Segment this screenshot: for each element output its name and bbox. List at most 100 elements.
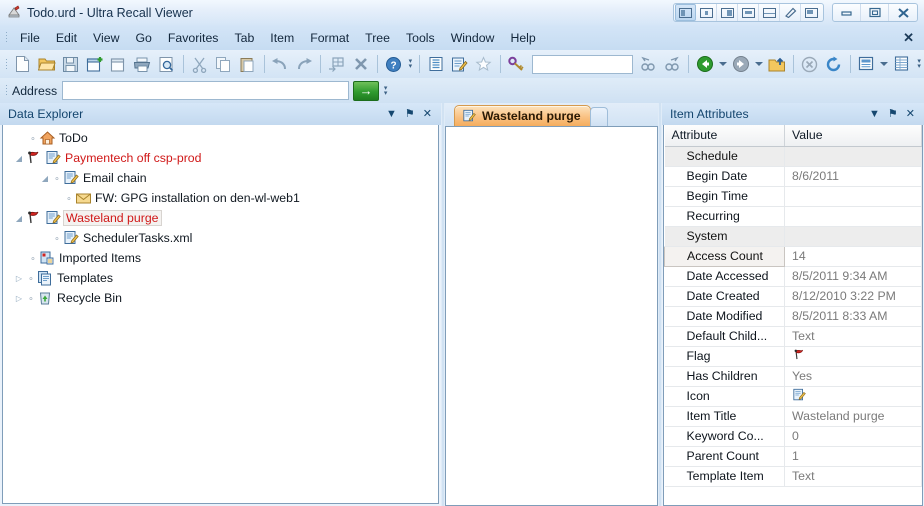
open-button[interactable] [35, 53, 59, 76]
maximize-button[interactable] [861, 4, 889, 21]
table-row[interactable]: Access Count 14 [664, 245, 922, 267]
table-row[interactable]: Default Child... Text [664, 326, 922, 347]
table-row[interactable]: Parent Count 1 [664, 446, 922, 467]
table-row[interactable]: Item Title Wasteland purge [664, 406, 922, 427]
table-row[interactable]: Keyword Co... 0 [664, 426, 922, 447]
layout-split-horizontal-button[interactable] [759, 4, 780, 21]
refresh-button[interactable] [822, 53, 846, 76]
forward-button[interactable] [729, 53, 753, 76]
properties-button[interactable] [890, 53, 914, 76]
table-row[interactable]: Date Created 8/12/2010 3:22 PM [664, 286, 922, 307]
attribute-value[interactable]: 1 [784, 446, 922, 467]
attribute-value[interactable]: 14 [784, 246, 922, 267]
new-document-button[interactable] [11, 53, 35, 76]
attribute-value-flag[interactable] [784, 346, 922, 367]
layout-right-pane-button[interactable] [717, 4, 738, 21]
layout-tabbed-button[interactable] [801, 4, 822, 21]
panel-close-button[interactable]: ✕ [423, 108, 432, 120]
stop-button[interactable] [798, 53, 822, 76]
find-next-button[interactable] [660, 53, 684, 76]
tree-expander-expand-icon[interactable]: ▷ [13, 274, 25, 283]
view-mode-dropdown-button[interactable] [880, 62, 889, 66]
tree-expander-collapse-icon[interactable]: ◢ [13, 214, 25, 223]
address-overflow-button[interactable]: ▾ ▾ [381, 85, 390, 97]
table-row[interactable]: Schedule [664, 146, 922, 167]
save-button[interactable] [59, 53, 83, 76]
menu-item-view[interactable]: View [85, 28, 127, 48]
forward-dropdown-button[interactable] [754, 62, 763, 66]
layout-center-pane-button[interactable] [696, 4, 717, 21]
undo-button[interactable] [268, 53, 292, 76]
panel-close-button[interactable]: ✕ [906, 108, 915, 120]
menu-item-file[interactable]: File [12, 28, 48, 48]
table-row[interactable]: Template Item Text [664, 466, 922, 487]
tree-expander-expand-icon[interactable]: ▷ [13, 294, 25, 303]
table-row[interactable]: Begin Time [664, 186, 922, 207]
toolbar-overflow-button[interactable]: ▾ ▾ [407, 58, 413, 70]
redo-button[interactable] [292, 53, 316, 76]
document-content-area[interactable] [445, 126, 658, 506]
table-row[interactable]: Begin Date 8/6/2011 [664, 166, 922, 187]
back-button[interactable] [693, 53, 717, 76]
cut-button[interactable] [188, 53, 212, 76]
attribute-value[interactable]: 8/5/2011 9:34 AM [784, 266, 922, 287]
new-item-button[interactable] [83, 53, 107, 76]
toolbar-overflow-button-2[interactable]: ▾ ▾ [916, 58, 922, 70]
copy-button[interactable] [212, 53, 236, 76]
attribute-value[interactable]: Yes [784, 366, 922, 387]
tree-item-imported-items[interactable]: ∘ Imported Items [3, 248, 438, 268]
menu-item-format[interactable]: Format [302, 28, 357, 48]
attribute-value[interactable]: Wasteland purge [784, 406, 922, 427]
address-grip[interactable] [5, 84, 8, 97]
address-input[interactable] [62, 81, 350, 100]
tree-item-fw-gpg-installation[interactable]: ∘ FW: GPG installation on den-wl-web1 [3, 188, 438, 208]
attribute-value[interactable]: 8/5/2011 8:33 AM [784, 306, 922, 327]
menu-item-favorites[interactable]: Favorites [160, 28, 227, 48]
find-previous-button[interactable] [636, 53, 660, 76]
menu-grip[interactable] [5, 31, 8, 44]
table-row[interactable]: System [664, 226, 922, 247]
column-header-value[interactable]: Value [784, 125, 922, 147]
layout-wide-pane-button[interactable] [738, 4, 759, 21]
tree-item-recycle-bin[interactable]: ▷ ∘ Recycle Bin [3, 288, 438, 308]
menu-item-go[interactable]: Go [127, 28, 159, 48]
attribute-value[interactable]: Text [784, 326, 922, 347]
table-row[interactable]: Recurring [664, 206, 922, 227]
tree-item-paymentech[interactable]: ◢ Paymentech off csp-prod [3, 148, 438, 168]
panel-menu-button[interactable]: ▼ [386, 108, 397, 120]
column-header-attribute[interactable]: Attribute [664, 125, 785, 147]
go-button[interactable]: → [353, 80, 380, 101]
delete-button[interactable] [349, 53, 373, 76]
menu-item-help[interactable]: Help [502, 28, 543, 48]
menu-item-edit[interactable]: Edit [48, 28, 85, 48]
table-row[interactable]: Date Modified 8/5/2011 8:33 AM [664, 306, 922, 327]
menu-item-window[interactable]: Window [443, 28, 503, 48]
panel-pin-button[interactable]: ⚑ [888, 108, 898, 120]
layout-left-pane-button[interactable] [675, 4, 696, 21]
attribute-value[interactable]: Text [784, 466, 922, 487]
panel-pin-button[interactable]: ⚑ [405, 108, 415, 120]
toolbar-grip[interactable] [5, 57, 7, 71]
menu-item-tools[interactable]: Tools [398, 28, 443, 48]
item-attributes-grid-container[interactable]: Attribute Value Schedule Begin Date 8/6/… [663, 125, 923, 506]
document-tab-wasteland-purge[interactable]: Wasteland purge [454, 105, 591, 126]
tree-item-wasteland-purge[interactable]: ◢ Wasteland purge [3, 208, 438, 228]
tree-item-todo[interactable]: ∘ ToDo [3, 128, 438, 148]
favorites-button[interactable] [472, 53, 496, 76]
attribute-value[interactable]: 8/12/2010 3:22 PM [784, 286, 922, 307]
menu-close-button[interactable]: ✕ [903, 30, 914, 46]
edit-item-button[interactable] [448, 53, 472, 76]
table-row[interactable]: Has Children Yes [664, 366, 922, 387]
tree-expander-collapse-icon[interactable]: ◢ [39, 174, 51, 183]
minimize-button[interactable] [833, 4, 861, 21]
close-button[interactable] [889, 4, 917, 21]
up-folder-button[interactable] [765, 53, 789, 76]
table-row[interactable]: Icon [664, 386, 922, 407]
help-button[interactable]: ? [381, 53, 405, 76]
menu-item-tab[interactable]: Tab [226, 28, 262, 48]
attribute-value[interactable] [784, 146, 922, 167]
data-explorer-tree[interactable]: ∘ ToDo ◢ Paymentech off csp-prod ◢ ∘ Ema… [2, 125, 439, 504]
back-dropdown-button[interactable] [718, 62, 727, 66]
table-row[interactable]: Flag [664, 346, 922, 367]
view-mode-button[interactable] [854, 53, 878, 76]
